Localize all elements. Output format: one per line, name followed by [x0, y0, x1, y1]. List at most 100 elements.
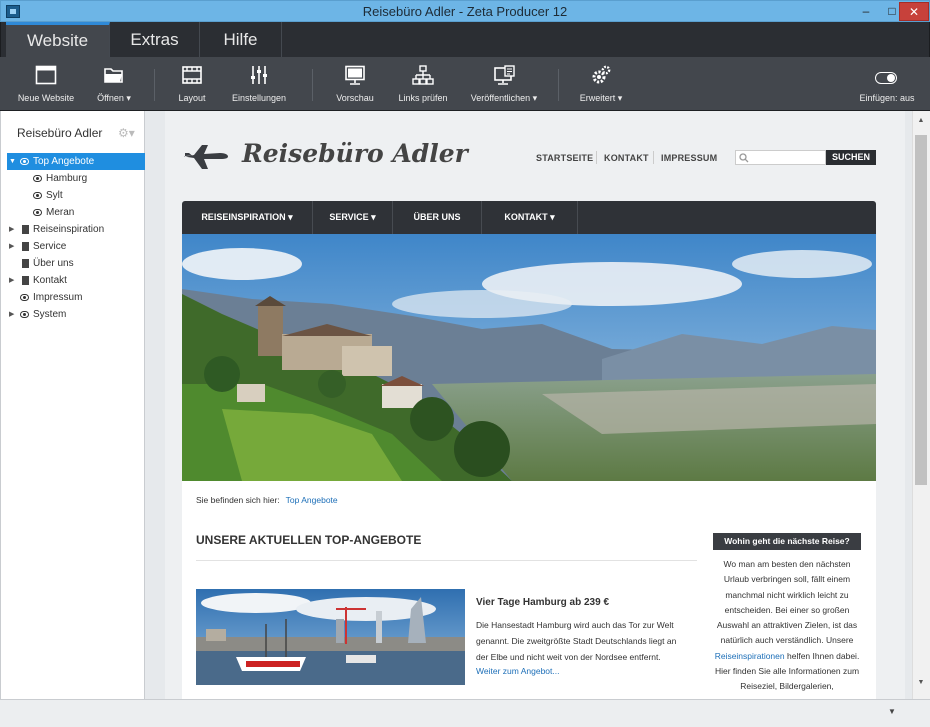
- breadcrumb-prefix: Sie befinden sich hier:: [196, 495, 280, 505]
- insert-toggle-label: Einfügen: aus: [859, 93, 915, 103]
- article-title[interactable]: Vier Tage Hamburg ab 239 €: [476, 597, 609, 608]
- search-icon: [739, 153, 749, 163]
- status-dropdown-icon[interactable]: ▼: [888, 707, 896, 716]
- mainnav-kontakt[interactable]: KONTAKT ▾: [482, 201, 578, 234]
- new-website-button[interactable]: Neue Website: [14, 57, 78, 111]
- site-logo[interactable]: Reisebüro Adler: [242, 139, 468, 168]
- advanced-button[interactable]: Erweitert ▾: [572, 57, 630, 111]
- main-navigation: REISEINSPIRATION ▾ SERVICE ▾ ÜBER UNS KO…: [182, 201, 876, 234]
- tree-item-reiseinspiration[interactable]: ▶ Reiseinspiration: [7, 221, 145, 238]
- page-icon: [22, 259, 29, 268]
- tree-item-label: Kontakt: [33, 275, 67, 286]
- topnav-startseite[interactable]: STARTSEITE: [536, 153, 593, 163]
- eye-icon: [33, 175, 42, 182]
- hamburg-harbor-image: [196, 589, 465, 685]
- tab-extras[interactable]: Extras: [110, 22, 200, 57]
- window-icon: [35, 65, 57, 85]
- topnav-impressum[interactable]: IMPRESSUM: [661, 153, 717, 163]
- article-read-more-link[interactable]: Weiter zum Angebot...: [476, 666, 559, 676]
- search-button[interactable]: SUCHEN: [826, 150, 876, 165]
- settings-label: Einstellungen: [231, 93, 287, 103]
- ribbon-tabs: Website Extras Hilfe: [0, 22, 930, 57]
- gear-icon[interactable]: ⚙▾: [118, 126, 135, 140]
- mainnav-service[interactable]: SERVICE ▾: [313, 201, 393, 234]
- publish-icon: [494, 65, 515, 85]
- eye-icon: [20, 158, 29, 165]
- tree-item-kontakt[interactable]: ▶ Kontakt: [7, 272, 145, 289]
- toolbar: Neue Website Öffnen ▾ Layout Einstellung…: [0, 57, 930, 111]
- page-tree-panel: Reisebüro Adler ⚙▾ ▼ Top Angebote Hambur…: [0, 111, 145, 699]
- sliders-icon: [251, 66, 267, 84]
- settings-button[interactable]: Einstellungen: [226, 57, 292, 111]
- new-website-label: Neue Website: [17, 93, 75, 103]
- breadcrumb: Sie befinden sich hier: Top Angebote: [196, 495, 338, 505]
- monitor-icon: [345, 65, 365, 85]
- eye-icon: [33, 209, 42, 216]
- insert-toggle-switch[interactable]: [875, 72, 897, 84]
- page-icon: [22, 276, 29, 285]
- toolbar-separator: [154, 69, 155, 101]
- preview-button[interactable]: Vorschau: [328, 57, 382, 111]
- eye-icon: [33, 192, 42, 199]
- topnav-kontakt[interactable]: KONTAKT: [604, 153, 649, 163]
- scroll-down-icon[interactable]: ▼: [913, 679, 929, 686]
- expand-arrow-icon[interactable]: ▶: [9, 306, 14, 323]
- tree-item-hamburg[interactable]: Hamburg: [7, 170, 145, 187]
- layout-label: Layout: [178, 93, 206, 103]
- preview-label: Vorschau: [336, 93, 374, 103]
- publish-button[interactable]: Veröffentlichen ▾: [466, 57, 542, 111]
- status-bar: ▼: [0, 699, 930, 727]
- tree-item-label: System: [33, 309, 67, 320]
- website-page: Reisebüro Adler STARTSEITE KONTAKT IMPRE…: [165, 111, 905, 699]
- aside-text-before: Wo man am besten den nächsten Urlaub ver…: [716, 559, 858, 646]
- mainnav-ueber-uns[interactable]: ÜBER UNS: [393, 201, 482, 234]
- minimize-button[interactable]: –: [853, 2, 879, 21]
- toolbar-separator: [312, 69, 313, 101]
- aside-heading: Wohin geht die nächste Reise?: [713, 533, 861, 550]
- vertical-scrollbar[interactable]: ▲ ▼: [912, 111, 930, 699]
- breadcrumb-link[interactable]: Top Angebote: [286, 495, 338, 505]
- tree-item-impressum[interactable]: Impressum: [7, 289, 145, 306]
- check-links-button[interactable]: Links prüfen: [392, 57, 454, 111]
- folder-icon: [104, 68, 123, 83]
- expand-arrow-icon[interactable]: ▶: [9, 272, 14, 289]
- insert-toggle-control[interactable]: Einfügen: aus: [852, 57, 922, 111]
- scroll-up-icon[interactable]: ▲: [913, 117, 929, 124]
- scrollbar-thumb[interactable]: [915, 135, 927, 485]
- expand-arrow-icon[interactable]: ▶: [9, 221, 14, 238]
- aside-inspiration-link[interactable]: Reiseinspirationen: [715, 651, 785, 661]
- tree-item-sylt[interactable]: Sylt: [7, 187, 145, 204]
- tree-item-meran[interactable]: Meran: [7, 204, 145, 221]
- hero-landscape-image: [182, 234, 876, 481]
- airplane-logo-icon: [184, 145, 228, 169]
- search-input[interactable]: [735, 150, 826, 165]
- expand-arrow-icon[interactable]: ▼: [9, 153, 16, 170]
- mainnav-reiseinspiration[interactable]: REISEINSPIRATION ▾: [182, 201, 313, 234]
- advanced-label: Erweitert ▾: [579, 93, 623, 103]
- eye-icon: [20, 294, 29, 301]
- check-links-label: Links prüfen: [398, 93, 448, 103]
- article-text: Die Hansestadt Hamburg wird auch das Tor…: [476, 620, 677, 662]
- tree-item-ueber-uns[interactable]: Über uns: [7, 255, 145, 272]
- open-label: Öffnen ▾: [97, 93, 131, 103]
- close-button[interactable]: ✕: [899, 2, 929, 21]
- divider: [196, 560, 697, 561]
- tab-website[interactable]: Website: [6, 22, 110, 57]
- gears-icon: [592, 65, 611, 84]
- tree-item-top-angebote[interactable]: ▼ Top Angebote: [7, 153, 145, 170]
- tree-item-service[interactable]: ▶ Service: [7, 238, 145, 255]
- expand-arrow-icon[interactable]: ▶: [9, 238, 14, 255]
- aside-text: Wo man am besten den nächsten Urlaub ver…: [713, 557, 861, 699]
- title-bar: Reisebüro Adler - Zeta Producer 12 – □ ✕: [0, 0, 930, 22]
- filmstrip-icon: [182, 66, 202, 84]
- layout-button[interactable]: Layout: [166, 57, 218, 111]
- topnav-separator: [596, 151, 597, 164]
- tab-hilfe[interactable]: Hilfe: [200, 22, 282, 57]
- eye-icon: [20, 311, 29, 318]
- open-button[interactable]: Öffnen ▾: [84, 57, 144, 111]
- topnav-separator: [653, 151, 654, 164]
- tree-item-label: Hamburg: [46, 173, 88, 184]
- tree-item-system[interactable]: ▶ System: [7, 306, 145, 323]
- app-window: Reisebüro Adler - Zeta Producer 12 – □ ✕…: [0, 0, 930, 727]
- tree-item-label: Reiseinspiration: [33, 224, 105, 235]
